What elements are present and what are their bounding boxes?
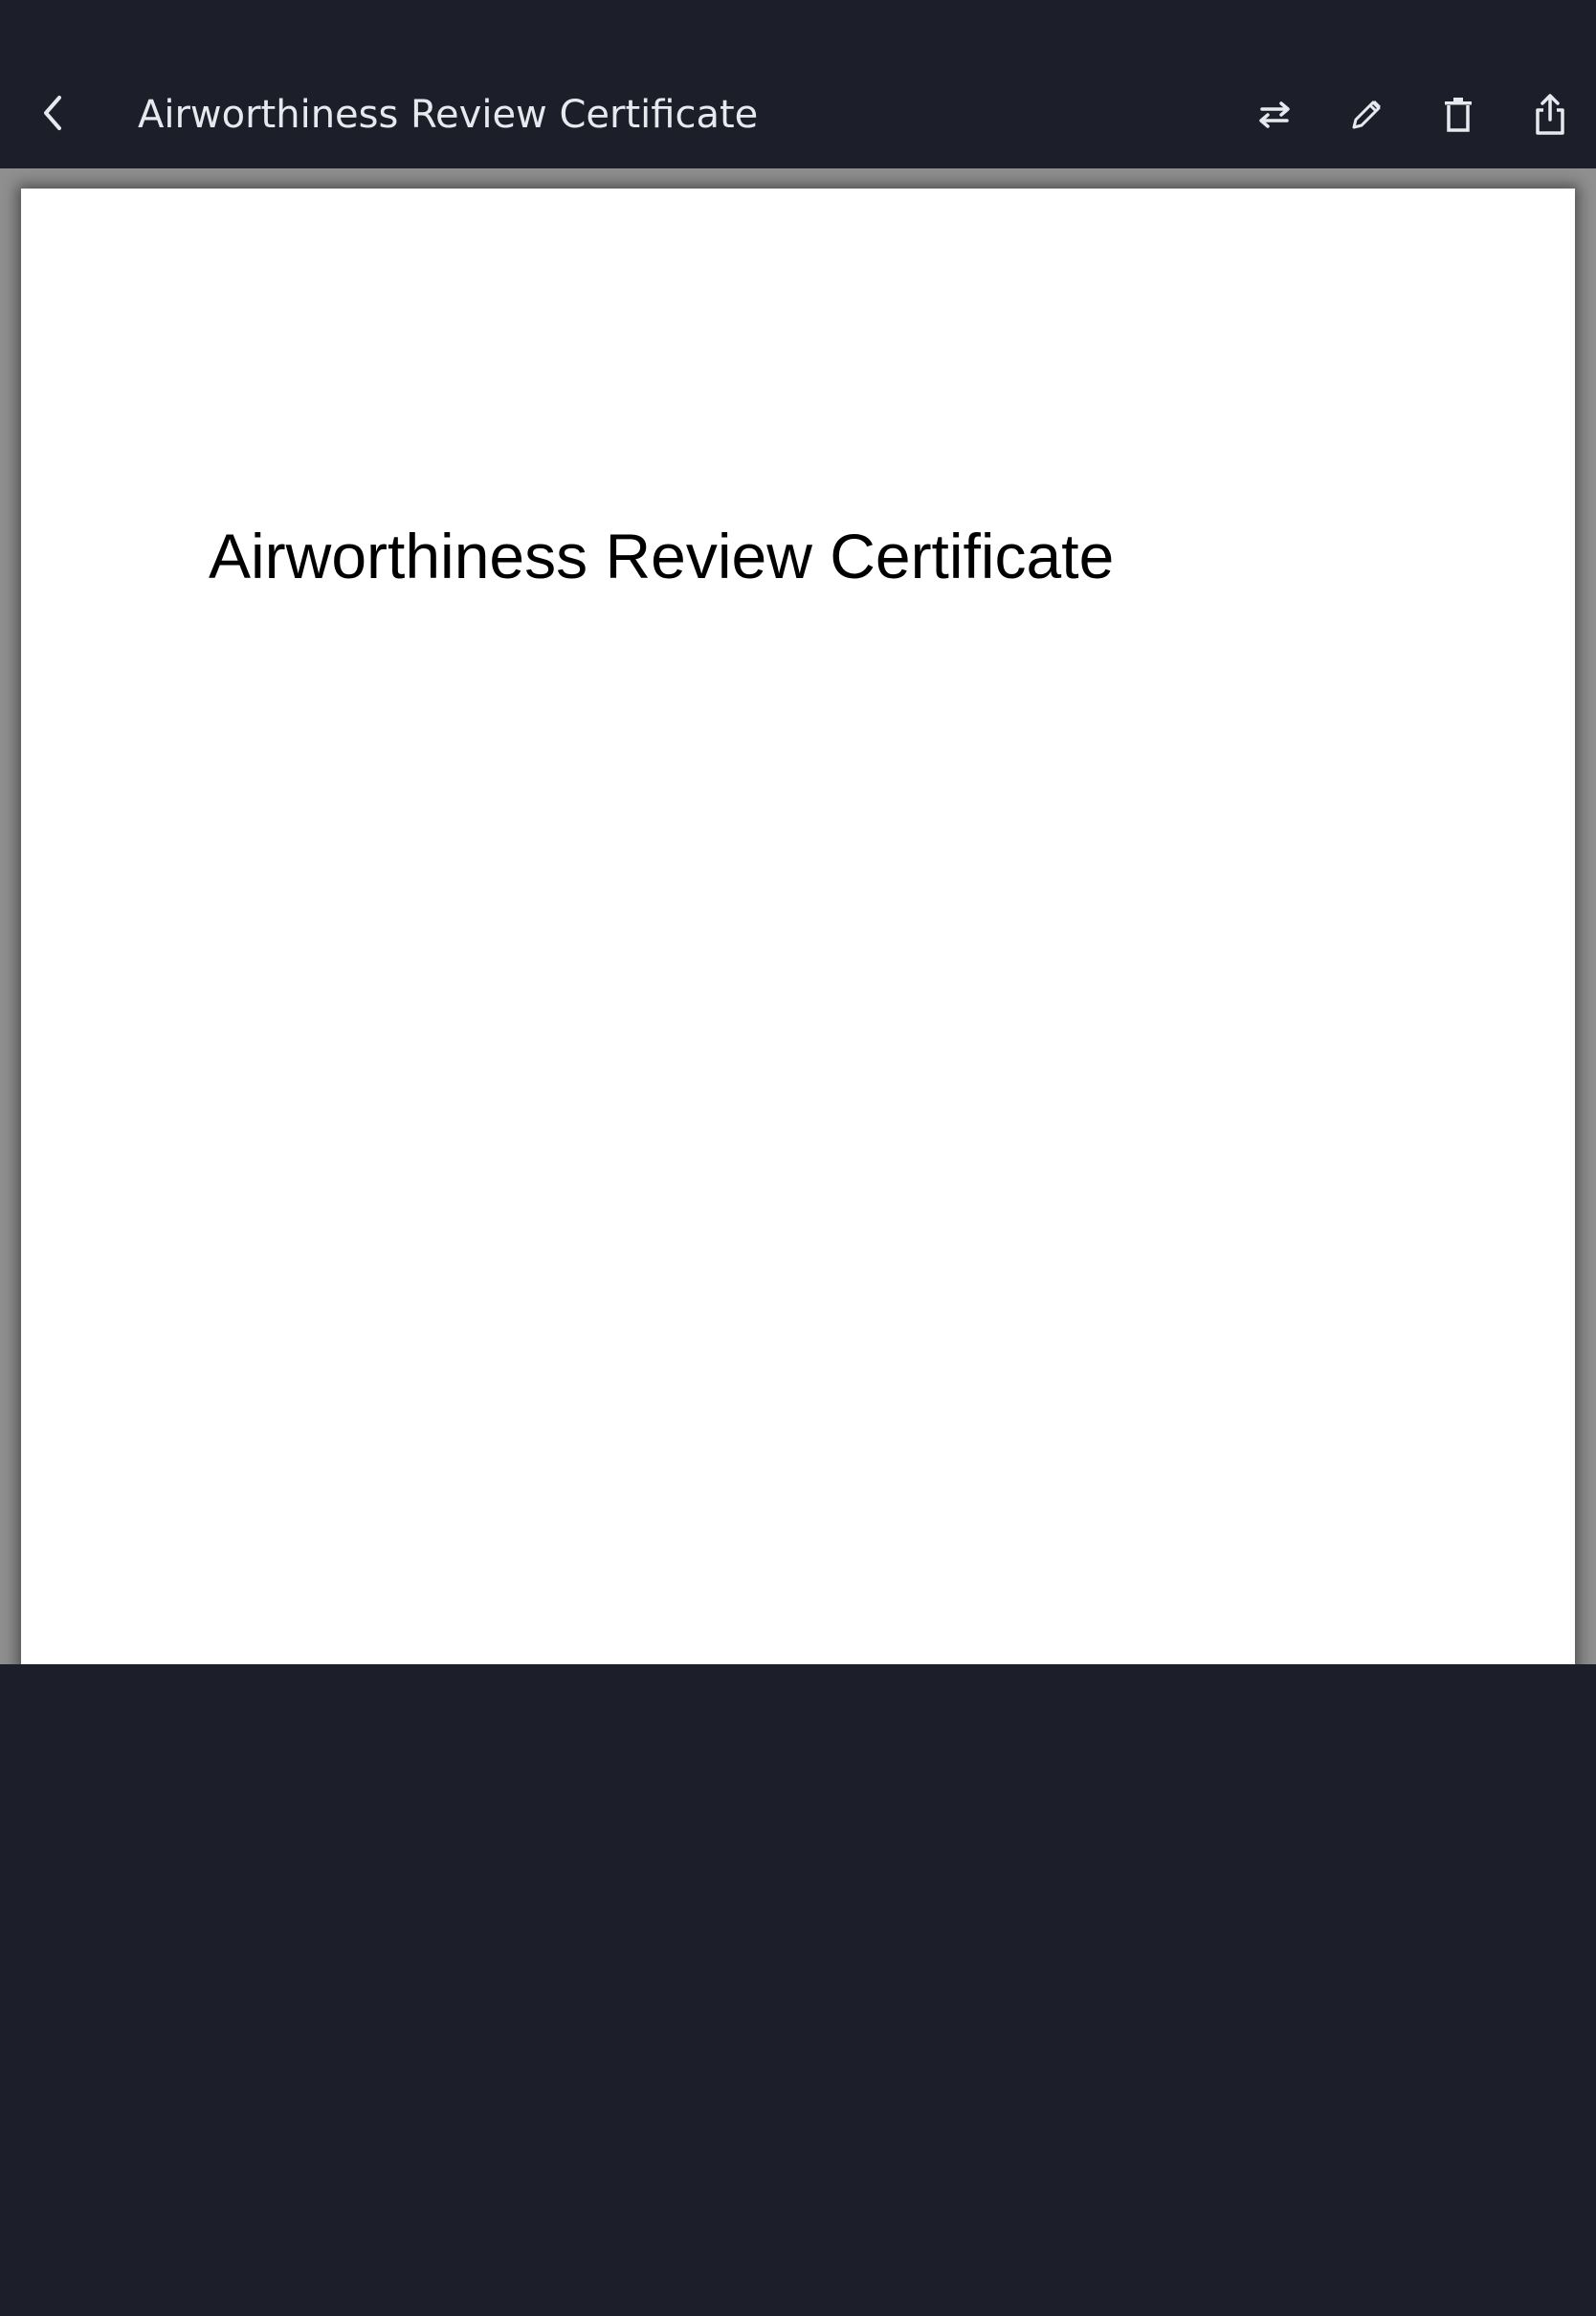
- edit-button[interactable]: [1320, 80, 1412, 149]
- chevron-left-icon: [34, 92, 73, 134]
- pencil-icon: [1346, 95, 1386, 135]
- page-title: Airworthiness Review Certificate: [138, 93, 759, 137]
- trash-icon: [1441, 95, 1475, 135]
- toolbar-actions: [1229, 80, 1596, 149]
- back-button[interactable]: [21, 80, 86, 145]
- share-icon: [1531, 93, 1569, 137]
- share-button[interactable]: [1504, 80, 1596, 149]
- document-canvas[interactable]: Airworthiness Review Certificate: [0, 168, 1596, 1664]
- document-page: Airworthiness Review Certificate: [21, 189, 1575, 1664]
- delete-button[interactable]: [1412, 80, 1504, 149]
- empty-background: [0, 1664, 1596, 2316]
- swap-button[interactable]: [1229, 80, 1320, 149]
- document-viewer: Airworthiness Review Certificate Airwort…: [0, 0, 1596, 2316]
- swap-icon: [1254, 98, 1295, 132]
- document-heading: Airworthiness Review Certificate: [209, 521, 1115, 591]
- top-toolbar: Airworthiness Review Certificate: [0, 0, 1596, 168]
